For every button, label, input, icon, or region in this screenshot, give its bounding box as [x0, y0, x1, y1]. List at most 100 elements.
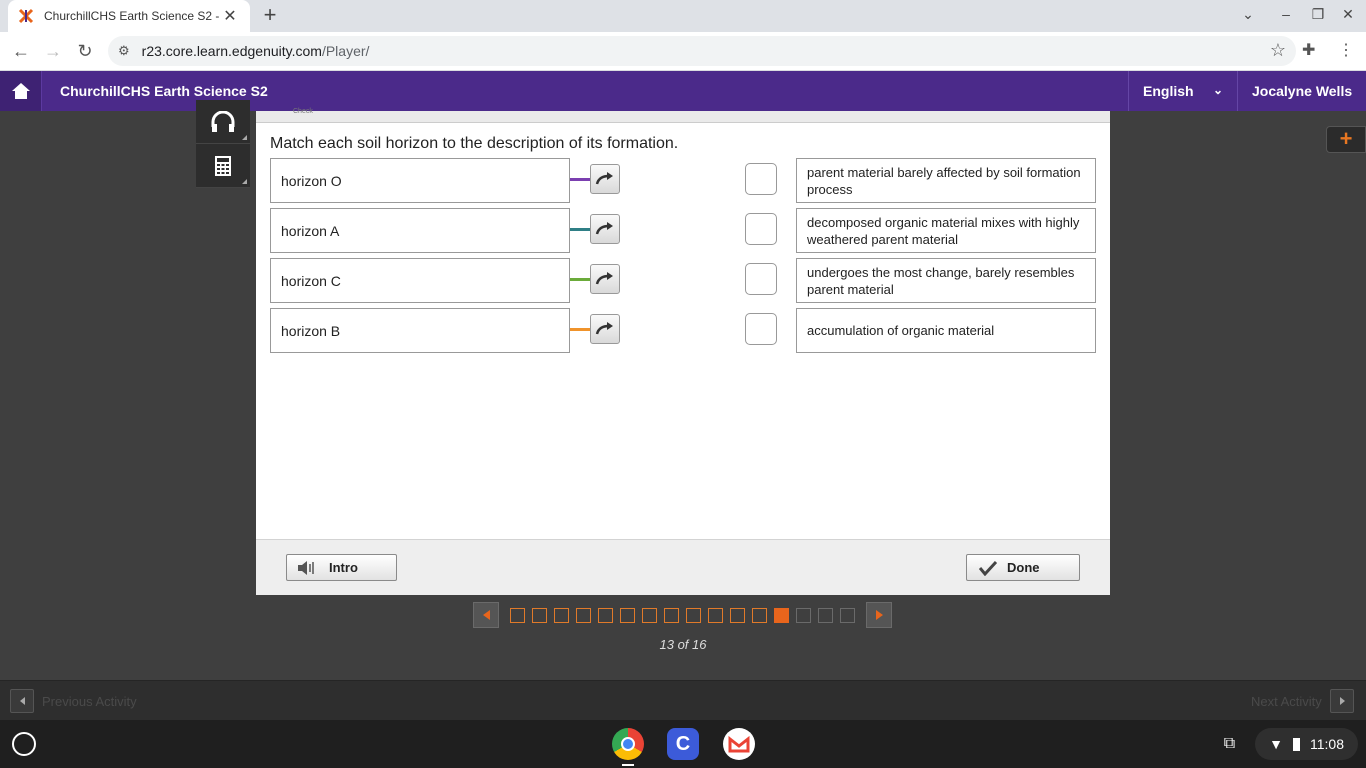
gmail-app-icon[interactable] — [723, 728, 755, 760]
active-app-indicator — [622, 764, 634, 766]
right-triangle-icon — [875, 610, 883, 620]
previous-activity-label[interactable]: Previous Activity — [42, 694, 137, 709]
user-name[interactable]: Jocalyne Wells — [1252, 83, 1352, 99]
connector-line — [570, 328, 590, 331]
expand-plus-button[interactable]: + — [1326, 126, 1366, 153]
check-label: Check — [293, 108, 313, 115]
pager-prev-button[interactable] — [473, 602, 499, 628]
reload-icon[interactable]: ↻ — [72, 38, 98, 64]
headphones-icon — [211, 110, 235, 132]
pager-square[interactable] — [796, 608, 811, 623]
left-triangle-icon — [19, 697, 25, 705]
language-select[interactable]: English ⌄ — [1128, 71, 1238, 111]
right-item: accumulation of organic material — [796, 308, 1096, 353]
chrome-app-icon[interactable] — [612, 728, 644, 760]
browser-tab[interactable]: ChurchillCHS Earth Science S2 - ✕ — [8, 0, 250, 32]
drop-target[interactable] — [745, 313, 777, 345]
restore-icon[interactable]: ❐ — [1306, 6, 1330, 23]
tab-search-chevron-icon[interactable]: ⌄ — [1236, 6, 1260, 23]
right-item: parent material barely affected by soil … — [796, 158, 1096, 203]
quick-settings-pill[interactable]: ▼ 11:08 — [1255, 728, 1358, 760]
next-activity-button[interactable] — [1330, 689, 1354, 713]
drag-arrow-button[interactable] — [590, 214, 620, 244]
drop-target[interactable] — [745, 263, 777, 295]
launcher-icon[interactable] — [12, 732, 36, 756]
drag-arrow-button[interactable] — [590, 264, 620, 294]
pager-square[interactable] — [554, 608, 569, 623]
close-window-icon[interactable]: ✕ — [1336, 6, 1360, 23]
activity-footer: Intro Done — [256, 539, 1110, 595]
holding-space-icon[interactable]: ⧉ — [1224, 735, 1235, 753]
pager-square[interactable] — [752, 608, 767, 623]
chevron-down-icon: ⌄ — [1212, 83, 1223, 97]
bookmark-star-icon[interactable]: ☆ — [1270, 40, 1286, 61]
left-item[interactable]: horizon B — [270, 308, 570, 353]
home-button[interactable] — [0, 71, 42, 111]
pager-square[interactable] — [576, 608, 591, 623]
right-item-label: decomposed organic material mixes with h… — [807, 214, 1080, 247]
home-icon — [11, 83, 30, 99]
connector-line — [570, 278, 590, 281]
left-item[interactable]: horizon A — [270, 208, 570, 253]
edgenuity-favicon-icon — [18, 8, 34, 24]
pager-square[interactable] — [840, 608, 855, 623]
pager-next-button[interactable] — [866, 602, 892, 628]
minimize-icon[interactable]: – — [1274, 6, 1298, 22]
site-info-icon[interactable]: ⚙ — [118, 43, 130, 59]
address-bar[interactable]: ⚙ r23.core.learn.edgenuity.com/Player/ ☆ — [108, 36, 1296, 66]
left-triangle-icon — [482, 610, 490, 620]
pager-square[interactable] — [708, 608, 723, 623]
pager-square[interactable] — [642, 608, 657, 623]
new-tab-button[interactable]: + — [258, 4, 282, 28]
drop-target[interactable] — [745, 163, 777, 195]
activity-panel: Check Match each soil horizon to the des… — [256, 108, 1110, 595]
left-item[interactable]: horizon O — [270, 158, 570, 203]
side-toolbar — [196, 100, 250, 188]
clock: 11:08 — [1310, 736, 1344, 752]
os-shelf: C ⧉ ▼ 11:08 — [0, 720, 1366, 768]
activity-nav-bar: Previous Activity Next Activity — [0, 680, 1366, 720]
wifi-icon: ▼ — [1269, 736, 1283, 752]
menu-kebab-icon[interactable]: ⋮ — [1338, 40, 1354, 60]
extensions-puzzle-icon[interactable]: ✚ — [1302, 40, 1315, 60]
right-item-label: undergoes the most change, barely resemb… — [807, 264, 1075, 297]
classlink-app-icon[interactable]: C — [667, 728, 699, 760]
pager-square[interactable] — [510, 608, 525, 623]
left-item-label: horizon C — [281, 272, 341, 289]
status-tray[interactable]: ⧉ ▼ 11:08 — [1224, 720, 1366, 768]
tab-close-icon[interactable]: ✕ — [220, 6, 240, 26]
done-button[interactable]: Done — [966, 554, 1080, 581]
connector-line — [570, 178, 590, 181]
intro-button[interactable]: Intro — [286, 554, 397, 581]
forward-icon[interactable]: → — [40, 38, 66, 64]
drag-arrow-button[interactable] — [590, 314, 620, 344]
browser-toolbar: ← → ↻ ⚙ r23.core.learn.edgenuity.com/Pla… — [0, 32, 1366, 71]
pager-square[interactable] — [620, 608, 635, 623]
pager-square[interactable] — [686, 608, 701, 623]
pager-square[interactable] — [598, 608, 613, 623]
pager-square[interactable] — [818, 608, 833, 623]
pager-square[interactable] — [532, 608, 547, 623]
drag-arrow-button[interactable] — [590, 164, 620, 194]
pager-square[interactable] — [730, 608, 745, 623]
curved-arrow-icon — [595, 172, 613, 185]
right-item-label: accumulation of organic material — [807, 323, 995, 338]
tab-title: ChurchillCHS Earth Science S2 - — [44, 9, 220, 23]
pager-square[interactable] — [664, 608, 679, 623]
battery-icon — [1293, 737, 1300, 751]
left-item[interactable]: horizon C — [270, 258, 570, 303]
next-activity-label[interactable]: Next Activity — [1251, 694, 1322, 709]
back-icon[interactable]: ← — [8, 38, 34, 64]
previous-activity-button[interactable] — [10, 689, 34, 713]
speaker-icon — [298, 560, 314, 575]
calculator-tool-button[interactable] — [196, 144, 250, 188]
pager-square[interactable] — [774, 608, 789, 623]
checkmark-icon — [979, 560, 997, 576]
audio-tool-button[interactable] — [196, 100, 250, 144]
left-item-label: horizon A — [281, 222, 340, 239]
drop-target[interactable] — [745, 213, 777, 245]
language-label: English — [1143, 83, 1194, 99]
right-triangle-icon — [1339, 697, 1345, 705]
pager-count: 13 of 16 — [659, 637, 707, 652]
curved-arrow-icon — [595, 272, 613, 285]
